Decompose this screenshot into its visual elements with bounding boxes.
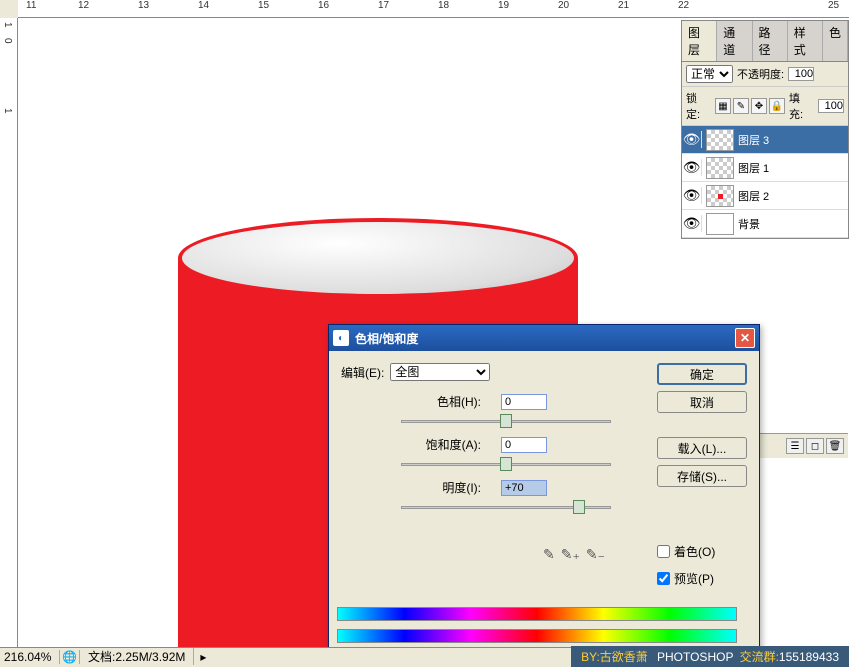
eyedropper-sub-icon[interactable]: ✎₋ <box>586 546 605 563</box>
lock-position-icon[interactable]: ✥ <box>751 98 767 114</box>
doc-size: 文档:2.25M/3.92M <box>80 648 194 665</box>
saturation-label: 饱和度(A): <box>381 436 501 453</box>
lock-label: 锁定: <box>686 90 711 122</box>
menu-arrow-icon[interactable]: ▸ <box>194 650 212 664</box>
visibility-icon[interactable]: 👁 <box>682 131 702 148</box>
statusbar: 216.04% 🌐 文档:2.25M/3.92M ▸ BY:古欲香萧 PHOTO… <box>0 647 849 665</box>
blend-mode-select[interactable]: 正常 <box>686 65 733 83</box>
layer-list: 👁 图层 3 👁 图层 1 👁 图层 2 👁 背景 <box>682 126 848 238</box>
layer-name: 图层 3 <box>738 132 848 148</box>
fill-input[interactable] <box>818 99 844 113</box>
eyedropper-group: ✎ ✎₊ ✎₋ <box>501 546 647 563</box>
visibility-icon[interactable]: 👁 <box>682 215 702 232</box>
tab-channels[interactable]: 通道 <box>717 21 752 61</box>
new-group-icon[interactable]: ☰ <box>786 438 804 454</box>
colorize-checkbox[interactable] <box>657 545 670 558</box>
layer-thumb <box>706 157 734 179</box>
ok-button[interactable]: 确定 <box>657 363 747 385</box>
zoom-level[interactable]: 216.04% <box>0 650 60 664</box>
visibility-icon[interactable]: 👁 <box>682 159 702 176</box>
lock-pixels-icon[interactable]: ✎ <box>733 98 749 114</box>
panel-tabs: 图层 通道 路径 样式 色 <box>682 21 848 62</box>
hue-gradient-bar-2 <box>337 629 737 643</box>
edit-label: 编辑(E): <box>341 364 384 381</box>
layer-row[interactable]: 👁 背景 <box>682 210 848 238</box>
lightness-slider[interactable] <box>401 498 611 516</box>
opacity-label: 不透明度: <box>737 66 784 82</box>
save-button[interactable]: 存储(S)... <box>657 465 747 487</box>
layer-row[interactable]: 👁 图层 2 <box>682 182 848 210</box>
layer-row[interactable]: 👁 图层 1 <box>682 154 848 182</box>
delete-layer-icon[interactable]: 🗑 <box>826 438 844 454</box>
saturation-slider[interactable] <box>401 455 611 473</box>
layer-thumb <box>706 129 734 151</box>
lock-transparency-icon[interactable]: ▦ <box>715 98 731 114</box>
edit-select[interactable]: 全图 <box>390 363 490 381</box>
ruler-vertical: 1 0 1 <box>0 18 18 647</box>
fill-label: 填充: <box>789 90 814 122</box>
credits: BY:古欲香萧 PHOTOSHOP 交流群:155189433 <box>571 646 849 667</box>
preview-checkbox[interactable] <box>657 572 670 585</box>
close-icon[interactable]: ✕ <box>735 328 755 348</box>
hue-saturation-dialog: ◐ 色相/饱和度 ✕ 编辑(E): 全图 色相(H): 饱和度(A): <box>328 324 760 654</box>
cancel-button[interactable]: 取消 <box>657 391 747 413</box>
colorize-label: 着色(O) <box>674 543 715 560</box>
layers-panel: 图层 通道 路径 样式 色 正常 不透明度: 锁定: ▦ ✎ ✥ 🔒 填充: 👁… <box>681 20 849 239</box>
ruler-horizontal: 11 12 13 14 15 16 17 18 19 20 21 22 25 <box>18 0 849 18</box>
lightness-input[interactable] <box>501 480 547 496</box>
lightness-label: 明度(I): <box>381 479 501 496</box>
saturation-input[interactable] <box>501 437 547 453</box>
layer-row[interactable]: 👁 图层 3 <box>682 126 848 154</box>
layer-name: 图层 2 <box>738 188 848 204</box>
globe-icon[interactable]: 🌐 <box>60 650 80 664</box>
visibility-icon[interactable]: 👁 <box>682 187 702 204</box>
hue-input[interactable] <box>501 394 547 410</box>
tab-styles[interactable]: 样式 <box>788 21 823 61</box>
load-button[interactable]: 载入(L)... <box>657 437 747 459</box>
dialog-icon: ◐ <box>333 330 349 346</box>
eyedropper-icon[interactable]: ✎ <box>543 546 555 563</box>
opacity-input[interactable] <box>788 67 814 81</box>
hue-label: 色相(H): <box>381 393 501 410</box>
tab-layers[interactable]: 图层 <box>682 21 717 61</box>
tab-paths[interactable]: 路径 <box>753 21 788 61</box>
dialog-titlebar[interactable]: ◐ 色相/饱和度 ✕ <box>329 325 759 351</box>
layer-thumb <box>706 185 734 207</box>
layer-name: 图层 1 <box>738 160 848 176</box>
layer-name: 背景 <box>738 216 848 232</box>
new-layer-icon[interactable]: ◻ <box>806 438 824 454</box>
dialog-title: 色相/饱和度 <box>355 330 418 347</box>
hue-gradient-bar <box>337 607 737 621</box>
eyedropper-add-icon[interactable]: ✎₊ <box>561 546 580 563</box>
hue-slider[interactable] <box>401 412 611 430</box>
lock-all-icon[interactable]: 🔒 <box>769 98 785 114</box>
preview-label: 预览(P) <box>674 570 714 587</box>
tab-color[interactable]: 色 <box>823 21 848 61</box>
layer-thumb <box>706 213 734 235</box>
